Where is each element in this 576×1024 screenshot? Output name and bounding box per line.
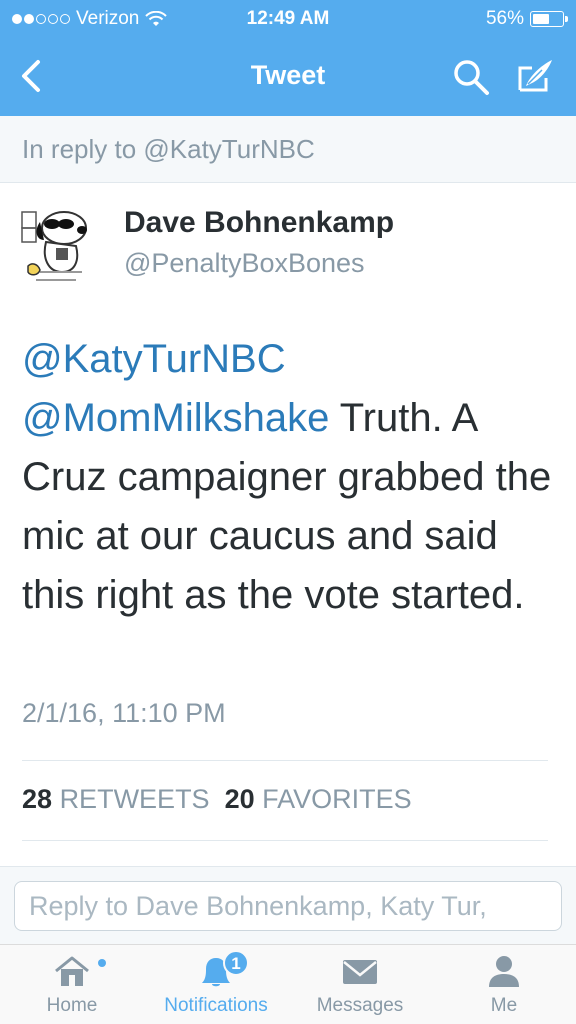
favorites-count: 20 [224, 784, 255, 814]
top-bar: Verizon 12:49 AM 56% Tweet [0, 0, 576, 116]
battery-icon [530, 11, 568, 27]
envelope-icon [343, 960, 377, 984]
retweets-label: RETWEETS [59, 784, 210, 814]
tweet-text: @KatyTurNBC @MomMilkshake Truth. A Cruz c… [22, 330, 562, 625]
tweet-timestamp: 2/1/16, 11:10 PM [22, 698, 226, 728]
tab-me[interactable]: Me [432, 945, 576, 1024]
home-icon [55, 956, 89, 986]
new-content-dot [98, 959, 106, 967]
notification-badge: 1 [223, 950, 249, 976]
compose-icon[interactable] [512, 56, 556, 98]
tab-home[interactable]: Home [0, 945, 144, 1024]
tab-label: Me [490, 995, 518, 1016]
reply-bar [0, 866, 576, 944]
battery-percent: 56% [485, 8, 524, 29]
battery-info: 56% [485, 8, 568, 30]
retweets-count: 28 [22, 784, 53, 814]
tab-bar: Home 1 Notifications Messages Me [0, 944, 576, 1024]
tweet-stats: 28 RETWEETS 20 FAVORITES [22, 784, 412, 815]
mention-link[interactable]: @MomMilkshake [22, 396, 329, 440]
favorites-label: FAVORITES [262, 784, 412, 814]
tab-label: Messages [316, 995, 404, 1016]
author-handle[interactable]: @PenaltyBoxBones [124, 248, 365, 279]
tab-label: Home [46, 995, 98, 1016]
person-icon [489, 956, 519, 987]
tab-notifications[interactable]: 1 Notifications [144, 945, 288, 1024]
reply-context-text: In reply to @KatyTurNBC [22, 134, 315, 164]
nav-bar: Tweet [0, 40, 576, 116]
retweets-stat[interactable]: 28 RETWEETS [22, 784, 210, 814]
divider [22, 840, 548, 841]
status-bar: Verizon 12:49 AM 56% [0, 0, 576, 38]
tab-messages[interactable]: Messages [288, 945, 432, 1024]
favorites-stat[interactable]: 20 FAVORITES [225, 784, 412, 814]
reply-context-bar[interactable]: In reply to @KatyTurNBC [0, 116, 576, 183]
search-icon[interactable] [450, 56, 492, 98]
mention-link[interactable]: @KatyTurNBC [22, 337, 286, 381]
tab-label: Notifications [164, 995, 268, 1016]
author-name[interactable]: Dave Bohnenkamp [124, 206, 394, 240]
reply-input[interactable] [14, 881, 562, 931]
divider [22, 760, 548, 761]
avatar[interactable] [20, 206, 92, 290]
